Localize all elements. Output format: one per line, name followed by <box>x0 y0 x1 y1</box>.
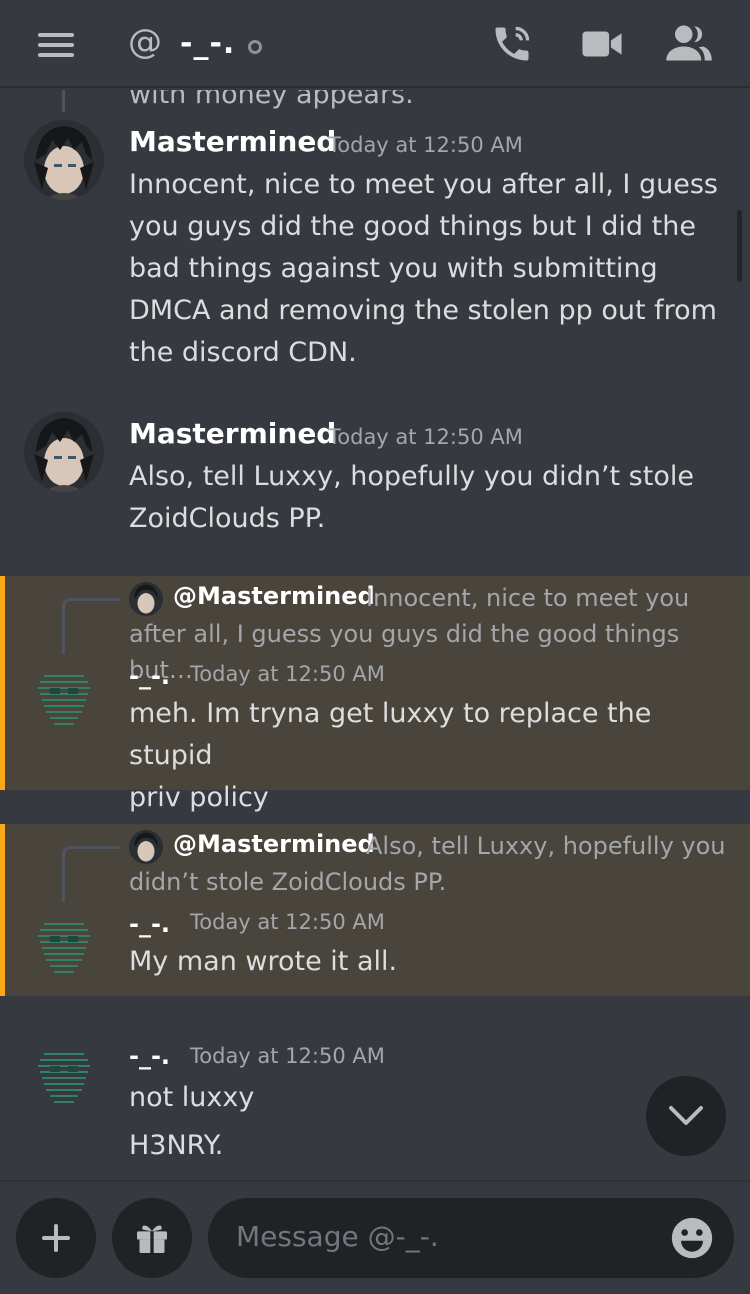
avatar[interactable] <box>28 662 100 734</box>
reply-author[interactable]: @Mastermined <box>173 830 375 858</box>
avatar[interactable] <box>28 910 100 982</box>
jump-to-latest-button[interactable] <box>646 1076 726 1156</box>
message-timestamp: Today at 12:50 AM <box>190 1044 385 1068</box>
message-text: Also, tell Luxxy, hopefully you didn’t s… <box>129 461 694 534</box>
message-timestamp: Today at 12:50 AM <box>328 133 523 157</box>
thread-connector <box>62 90 65 112</box>
message-text: meh. Im tryna get luxxy to replace the s… <box>129 698 652 813</box>
message-text: My man wrote it all. <box>129 946 398 977</box>
call-icon[interactable] <box>490 22 534 66</box>
gift-button[interactable] <box>112 1198 192 1278</box>
plus-icon <box>42 1224 70 1252</box>
chat-header: @ -_-. <box>0 0 750 88</box>
dm-recipient-name[interactable]: -_-. <box>180 26 235 61</box>
message-input[interactable]: Message @-_-. <box>208 1198 734 1278</box>
reply-preview[interactable]: Innocent, nice to meet you <box>366 580 689 616</box>
message-input-placeholder: Message @-_-. <box>236 1220 439 1253</box>
mention-highlight-bar <box>0 576 5 790</box>
mention-highlight-bar <box>0 824 5 996</box>
hamburger-menu-icon[interactable] <box>38 33 74 57</box>
reply-avatar <box>129 582 163 616</box>
video-call-icon[interactable] <box>580 28 624 60</box>
message-author[interactable]: Mastermined <box>129 125 336 158</box>
reply-preview[interactable]: Also, tell Luxxy, hopefully you <box>366 828 726 864</box>
message-text: with money appears. <box>129 90 414 110</box>
message-text: not luxxy H3NRY. <box>129 1082 255 1161</box>
message-author[interactable]: -_-. <box>129 1042 170 1070</box>
status-indicator <box>248 40 262 54</box>
message-group-mention[interactable]: @Mastermined Also, tell Luxxy, hopefully… <box>0 824 750 996</box>
gift-icon <box>137 1225 167 1253</box>
message-author[interactable]: Mastermined <box>129 417 336 450</box>
message-timestamp: Today at 12:50 AM <box>190 662 385 686</box>
attach-button[interactable] <box>16 1198 96 1278</box>
reply-avatar <box>129 830 163 864</box>
message-group-mention[interactable]: @Mastermined Innocent, nice to meet you … <box>0 576 750 813</box>
at-symbol: @ <box>128 22 162 62</box>
chevron-down-icon <box>669 1106 703 1125</box>
members-icon[interactable] <box>666 22 712 64</box>
avatar[interactable] <box>24 412 104 492</box>
reply-connector <box>62 846 120 902</box>
emoji-icon[interactable] <box>670 1216 714 1260</box>
message-text: Innocent, nice to meet you after all, I … <box>129 169 718 368</box>
reply-connector <box>62 598 120 654</box>
message-list[interactable]: with money appears. Mastermined Today at… <box>0 90 750 1178</box>
message-author[interactable]: -_-. <box>129 662 170 690</box>
avatar[interactable] <box>28 1040 100 1112</box>
message-timestamp: Today at 12:50 AM <box>328 425 523 449</box>
scrollbar[interactable] <box>737 210 742 282</box>
avatar[interactable] <box>24 120 104 200</box>
message-timestamp: Today at 12:50 AM <box>190 910 385 934</box>
reply-preview[interactable]: didn’t stole ZoidClouds PP. <box>129 864 446 900</box>
reply-author[interactable]: @Mastermined <box>173 582 375 610</box>
message-author[interactable]: -_-. <box>129 910 170 938</box>
